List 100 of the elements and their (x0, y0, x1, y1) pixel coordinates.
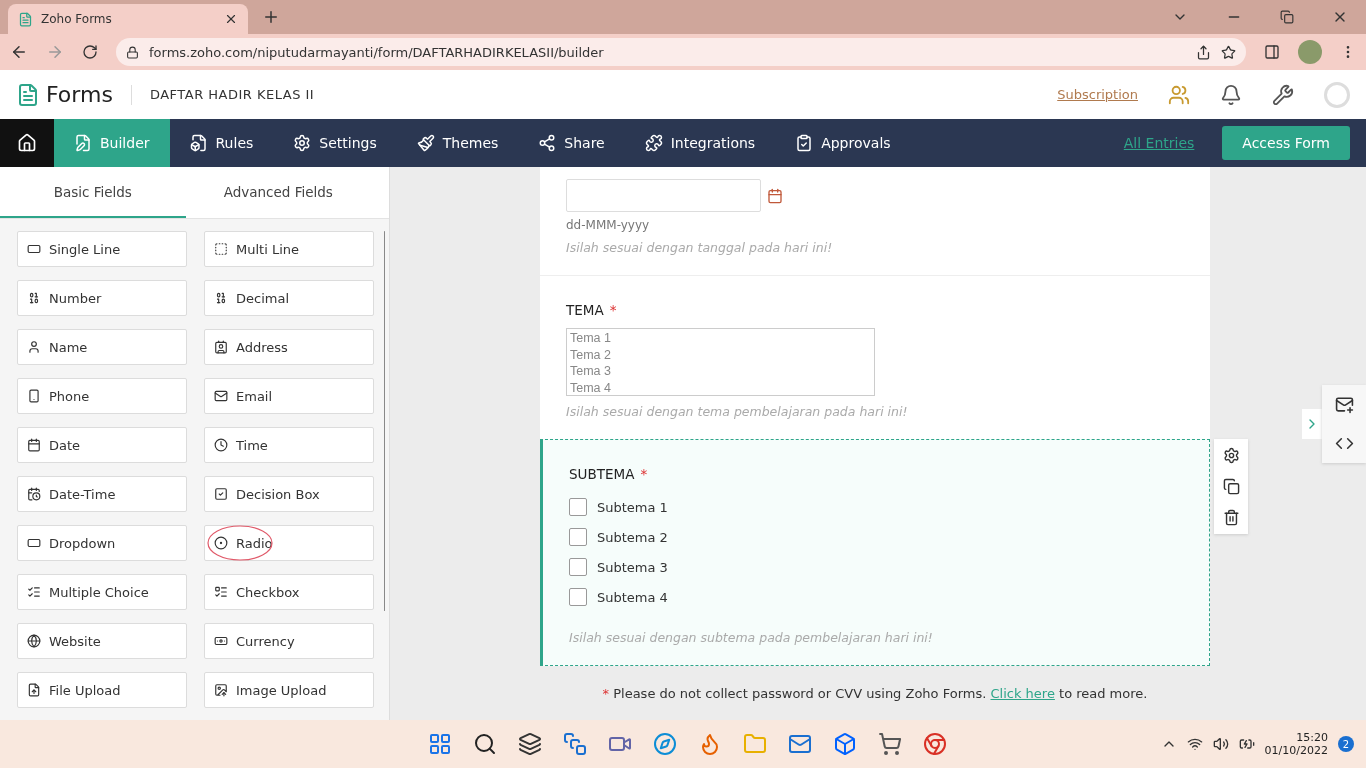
field-type-button[interactable]: Time (204, 427, 374, 463)
wifi-icon[interactable] (1186, 736, 1203, 752)
person-icon (27, 340, 41, 354)
settings-nav-icon (293, 134, 312, 152)
field-type-button[interactable]: Email (204, 378, 374, 414)
date-input[interactable] (566, 179, 761, 212)
globe-icon (27, 634, 41, 648)
checkbox-label: Subtema 3 (597, 559, 668, 575)
search-icon[interactable] (473, 732, 497, 756)
app-name: Forms (46, 82, 113, 107)
help-text: Isilah sesuai dengan tema pembelajaran pada hari ini! (566, 404, 909, 419)
privacy-notice: * Please do not collect password or CVV using Zoho Forms. Click here to read more. (601, 686, 1149, 701)
checkbox-label: Subtema 2 (597, 529, 668, 545)
checkbox-label: Subtema 4 (597, 589, 668, 605)
form-title: DAFTAR HADIR KELAS II (149, 87, 315, 102)
radio-icon (214, 536, 228, 550)
field-type-button[interactable]: File Upload (17, 672, 187, 708)
settings-icon[interactable] (1222, 447, 1240, 464)
checkbox[interactable] (569, 558, 587, 576)
field-type-button[interactable]: Number (17, 280, 187, 316)
cart-icon[interactable] (878, 732, 902, 756)
field-type-button[interactable]: Image Upload (204, 672, 374, 708)
notification-badge: 2 (1338, 736, 1354, 752)
nav-tab[interactable]: Themes (396, 119, 519, 167)
checked-box-icon (214, 487, 228, 501)
field-type-button[interactable]: Date-Time (17, 476, 187, 512)
field-type-button[interactable]: Decision Box (204, 476, 374, 512)
back-icon[interactable] (10, 43, 28, 61)
users-icon[interactable] (1168, 83, 1190, 106)
list-box[interactable]: Tema 1 Tema 2 Tema 3 Tema 4 (566, 328, 875, 396)
field-type-button[interactable]: Phone (17, 378, 187, 414)
mail-icon[interactable] (1334, 395, 1354, 414)
field-type-button[interactable]: Multiple Choice (17, 574, 187, 610)
tools-icon[interactable] (1272, 83, 1294, 106)
reload-icon[interactable] (82, 44, 98, 60)
share-icon (1196, 44, 1211, 60)
field-type-button[interactable]: Date (17, 427, 187, 463)
field-type-button[interactable]: Address (204, 329, 374, 365)
all-entries-link[interactable]: All Entries (1123, 135, 1195, 151)
checkbox[interactable] (569, 498, 587, 516)
tab-title: Zoho Forms (41, 12, 113, 26)
close-icon[interactable] (224, 12, 238, 26)
required-mark: * (640, 466, 648, 482)
field-label: TEMA (566, 302, 604, 318)
nav-tab[interactable]: Settings (273, 119, 397, 167)
list-option: Tema 3 (570, 363, 871, 380)
list-option: Tema 1 (570, 330, 871, 347)
field-type-button[interactable]: Currency (204, 623, 374, 659)
calendar-icon (27, 438, 41, 452)
contact-card-icon (214, 340, 228, 354)
text-area-icon (214, 242, 228, 256)
field-type-button[interactable]: Radio (204, 525, 374, 561)
bell-icon[interactable] (1220, 83, 1242, 106)
nav-tab[interactable]: Rules (169, 119, 274, 167)
chrome-icon[interactable] (923, 732, 947, 756)
widgets-icon[interactable] (563, 732, 587, 756)
duplicate-icon[interactable] (1222, 478, 1240, 495)
clock-icon (214, 438, 228, 452)
checkbox[interactable] (569, 588, 587, 606)
new-tab-icon[interactable] (262, 8, 280, 26)
restore-icon[interactable] (1280, 9, 1294, 25)
start-icon[interactable] (428, 732, 452, 756)
nav-tab[interactable]: Approvals (775, 119, 911, 167)
required-mark: * (609, 302, 617, 318)
list-option: Tema 2 (570, 346, 871, 363)
nav-tab[interactable]: Share (518, 119, 625, 167)
address-bar[interactable]: forms.zoho.com/niputudarmayanti/form/DAFTARHADIRKELASII/builder (116, 38, 1246, 66)
volume-icon[interactable] (1212, 736, 1229, 752)
field-type-button[interactable]: Dropdown (17, 525, 187, 561)
form-logo-icon (18, 11, 33, 27)
envelope-icon (214, 389, 228, 403)
field-type-button[interactable]: Multi Line (204, 231, 374, 267)
nav-tab[interactable]: Integrations (624, 119, 776, 167)
calendar-icon[interactable] (767, 187, 783, 204)
field-type-button[interactable]: Website (17, 623, 187, 659)
field-type-button[interactable]: Decimal (204, 280, 374, 316)
side-panel-icon[interactable] (1264, 44, 1280, 60)
field-type-button[interactable]: Single Line (17, 231, 187, 267)
battery-icon[interactable] (1238, 736, 1255, 752)
checkbox-label: Subtema 1 (597, 499, 668, 515)
home-icon[interactable] (0, 119, 54, 167)
field-type-button[interactable]: Checkbox (204, 574, 374, 610)
lock-icon (126, 45, 139, 59)
list-option: Tema 4 (570, 379, 871, 396)
dropdown-icon (27, 536, 41, 550)
share-nav-icon (538, 134, 557, 152)
field-tab[interactable]: Advanced Fields (185, 167, 371, 218)
browser-tab[interactable]: Zoho Forms (8, 4, 248, 34)
phone-icon (27, 389, 41, 403)
trash-icon[interactable] (1222, 509, 1240, 526)
task-view-icon[interactable] (518, 732, 542, 756)
field-type-button[interactable]: Name (17, 329, 187, 365)
subscription-link[interactable]: Subscription (1057, 87, 1138, 102)
checkbox[interactable] (569, 528, 587, 546)
banknote-icon (214, 634, 228, 648)
box-icon[interactable] (833, 732, 857, 756)
clock-time: 15:20 (1296, 731, 1328, 744)
image-upload-icon (214, 683, 228, 697)
list-check-icon (27, 585, 41, 599)
checklist-icon (214, 585, 228, 599)
